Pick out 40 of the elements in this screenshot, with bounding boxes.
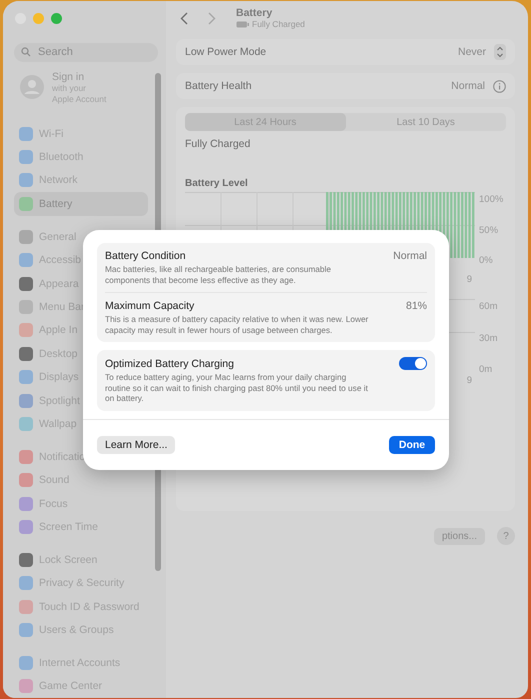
axis-label: 9	[466, 274, 472, 285]
chart-title: Battery Level	[185, 178, 249, 189]
help-button[interactable]: ?	[497, 527, 515, 545]
setting-value: Normal	[451, 80, 485, 92]
row-description: This is a measure of battery capacity relative to when it was new. Lower capacity may result in fewer hours of usage between charges.	[105, 314, 370, 335]
stepper-icon[interactable]	[494, 44, 506, 60]
setting-label: Low Power Mode	[185, 46, 266, 58]
chevron-left-icon	[180, 12, 188, 24]
axis-label: 0m	[479, 364, 494, 375]
window-title: Battery	[236, 7, 274, 19]
axis-label: 100%	[479, 194, 504, 205]
avatar-icon	[20, 75, 44, 100]
battery-icon	[236, 20, 249, 28]
row-value: Normal	[393, 250, 427, 262]
search-input[interactable]: Search	[36, 45, 140, 60]
learn-more-button[interactable]: Learn More...	[97, 436, 176, 454]
search-icon	[21, 47, 31, 58]
row-title: Maximum Capacity	[105, 300, 194, 312]
window-subtitle: Fully Charged	[252, 19, 305, 29]
row-title: Optimized Battery Charging	[105, 358, 234, 370]
axis-label: 9	[466, 375, 472, 386]
segment-tab[interactable]: Last 10 Days	[346, 113, 506, 131]
row-value: 81%	[406, 300, 427, 312]
axis-label: 30m	[479, 332, 498, 344]
search-field[interactable]: Search	[14, 42, 158, 62]
chevron-right-icon	[208, 12, 216, 24]
toggle-switch[interactable]	[399, 357, 427, 370]
axis-label: 60m	[479, 301, 498, 312]
charge-status: Fully Charged	[185, 138, 252, 150]
row-description: Mac batteries, like all rechargeable batteries, are consumable components that become less effective as they age.	[105, 264, 332, 285]
row-description: To reduce battery aging, your Mac learns from your daily charging routine so it can wait to finish charging past 80% until you need to use it on battery.	[105, 372, 369, 404]
axis-label: 50%	[479, 224, 500, 236]
zoom-button[interactable]	[51, 13, 62, 24]
options-button[interactable]: ptions...	[434, 528, 485, 544]
setting-value[interactable]: Never	[458, 46, 486, 58]
setting-label: Battery Health	[185, 80, 252, 92]
axis-label: 0%	[479, 255, 494, 266]
info-icon[interactable]	[493, 80, 506, 92]
done-button[interactable]: Done	[389, 436, 435, 454]
row-title: Battery Condition	[105, 250, 186, 262]
